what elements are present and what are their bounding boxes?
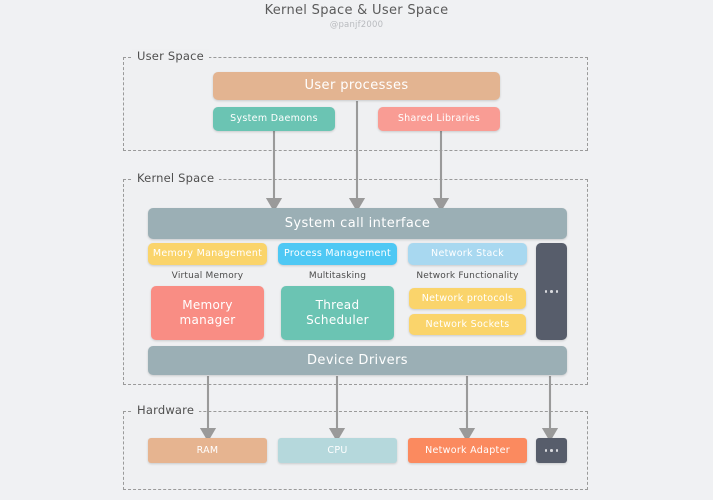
box-more-hardware[interactable] [536,438,567,463]
page-title: Kernel Space & User Space [264,3,449,18]
box-thread-scheduler-label-line2: Scheduler [306,313,369,327]
box-ram-label: RAM [196,444,219,456]
box-device-drivers[interactable]: Device Drivers [148,346,567,375]
title-block: Kernel Space & User Space @panjf2000 [0,0,713,30]
box-memory-management-label: Memory Management [152,248,263,260]
box-thread-scheduler[interactable]: Thread Scheduler [281,286,394,340]
box-more-kernel-subsystems[interactable] [536,243,567,340]
box-network-adapter[interactable]: Network Adapter [408,438,527,463]
zone-hardware-label: Hardware [132,403,200,417]
box-network-sockets[interactable]: Network Sockets [409,314,526,335]
box-shared-libraries[interactable]: Shared Libraries [378,107,500,131]
caption-network-functionality-label: Network Functionality [416,271,519,281]
box-network-adapter-label: Network Adapter [425,444,510,456]
box-system-call-interface[interactable]: System call interface [148,208,567,239]
box-cpu[interactable]: CPU [278,438,397,463]
box-shared-libraries-label: Shared Libraries [397,113,481,125]
caption-virtual-memory: Virtual Memory [148,271,267,281]
box-ram[interactable]: RAM [148,438,267,463]
zone-kernel-space-label: Kernel Space [132,171,220,185]
zone-user-space-label: User Space [132,49,209,63]
box-network-stack-label: Network Stack [431,248,504,260]
box-thread-scheduler-label-line1: Thread [315,298,360,313]
box-memory-manager-label-line2: manager [179,313,236,327]
caption-virtual-memory-label: Virtual Memory [171,271,244,281]
box-cpu-label: CPU [327,444,348,456]
box-network-protocols[interactable]: Network protocols [409,288,526,309]
box-network-stack[interactable]: Network Stack [408,243,527,265]
ellipsis-icon [544,290,559,293]
box-network-sockets-label: Network Sockets [425,318,510,330]
caption-network-functionality: Network Functionality [408,271,527,281]
box-process-management[interactable]: Process Management [278,243,397,265]
box-system-call-interface-label: System call interface [284,215,431,231]
box-user-processes-label: User processes [304,78,409,94]
box-memory-manager[interactable]: Memory manager [151,286,264,340]
box-system-daemons[interactable]: System Daemons [213,107,335,131]
box-device-drivers-label: Device Drivers [307,352,408,368]
box-system-daemons-label: System Daemons [230,113,318,125]
caption-multitasking: Multitasking [278,271,397,281]
ellipsis-icon [544,449,559,452]
author-handle: @panjf2000 [329,20,384,30]
box-network-protocols-label: Network protocols [421,292,514,304]
box-user-processes[interactable]: User processes [213,72,500,100]
box-memory-management[interactable]: Memory Management [148,243,267,265]
box-memory-manager-label-line1: Memory [182,298,233,313]
box-process-management-label: Process Management [283,248,392,260]
caption-multitasking-label: Multitasking [308,271,367,281]
